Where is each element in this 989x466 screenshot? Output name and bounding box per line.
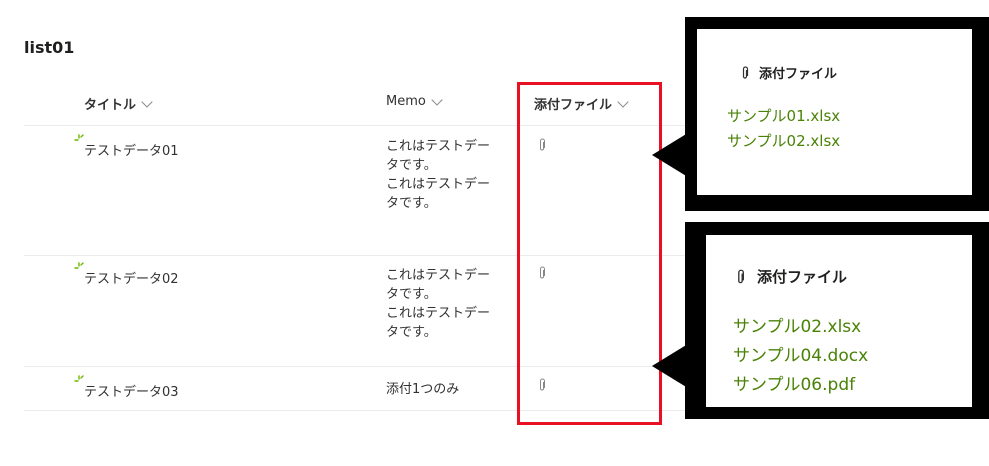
attachment-link[interactable]: サンプル01.xlsx bbox=[727, 105, 840, 126]
memo-line: これはテストデー bbox=[386, 306, 491, 321]
memo-line: これはテストデー bbox=[386, 268, 491, 283]
memo-line: これはテストデー bbox=[386, 139, 491, 154]
title-text: テストデータ01 bbox=[84, 144, 179, 159]
memo-line: これはテストデー bbox=[386, 177, 491, 192]
attachment-link[interactable]: サンプル04.docx bbox=[733, 341, 868, 366]
title-cell[interactable]: テストデータ03 bbox=[74, 375, 179, 400]
memo-cell: これはテストデー タです。 これはテストデー タです。 bbox=[386, 137, 506, 213]
memo-line: 添付1つのみ bbox=[386, 382, 460, 397]
new-item-icon bbox=[74, 134, 84, 141]
new-item-icon bbox=[74, 262, 84, 269]
paperclip-icon bbox=[738, 269, 744, 283]
popup-header-label: 添付ファイル bbox=[757, 268, 848, 286]
attachment-link[interactable]: サンプル02.xlsx bbox=[733, 312, 861, 337]
memo-line: タです。 bbox=[386, 158, 437, 173]
title-cell[interactable]: テストデータ01 bbox=[74, 134, 179, 159]
memo-line: タです。 bbox=[386, 196, 437, 211]
attachment-callout-2: 添付ファイル サンプル02.xlsx サンプル04.docx サンプル06.pd… bbox=[685, 222, 989, 419]
column-header-memo[interactable]: Memo bbox=[386, 93, 443, 109]
popup-header: 添付ファイル bbox=[736, 266, 847, 287]
attachment-link[interactable]: サンプル06.pdf bbox=[733, 370, 855, 395]
memo-cell: これはテストデー タです。 これはテストデー タです。 bbox=[386, 266, 506, 342]
attachment-callout-1: 添付ファイル サンプル01.xlsx サンプル02.xlsx bbox=[685, 17, 989, 211]
memo-line: タです。 bbox=[386, 287, 437, 302]
popup-header-label: 添付ファイル bbox=[759, 67, 838, 82]
title-text: テストデータ03 bbox=[84, 385, 179, 400]
column-header-label: タイトル bbox=[84, 98, 137, 113]
memo-line: タです。 bbox=[386, 325, 437, 340]
paperclip-icon bbox=[742, 65, 749, 79]
attachment-popup: 添付ファイル サンプル01.xlsx サンプル02.xlsx bbox=[697, 29, 972, 195]
column-header-title[interactable]: タイトル bbox=[84, 94, 153, 113]
column-header-label: Memo bbox=[386, 94, 426, 109]
popup-header: 添付ファイル bbox=[741, 63, 837, 82]
new-item-icon bbox=[74, 375, 84, 382]
attachment-popup: 添付ファイル サンプル02.xlsx サンプル04.docx サンプル06.pd… bbox=[706, 235, 972, 407]
attachment-link[interactable]: サンプル02.xlsx bbox=[727, 130, 840, 151]
title-text: テストデータ02 bbox=[84, 272, 179, 287]
chevron-down-icon bbox=[141, 95, 153, 108]
chevron-down-icon bbox=[431, 93, 443, 106]
memo-cell: 添付1つのみ bbox=[386, 380, 506, 399]
title-cell[interactable]: テストデータ02 bbox=[74, 262, 179, 287]
list-title: list01 bbox=[24, 38, 75, 57]
attachments-highlight-frame bbox=[517, 82, 662, 425]
